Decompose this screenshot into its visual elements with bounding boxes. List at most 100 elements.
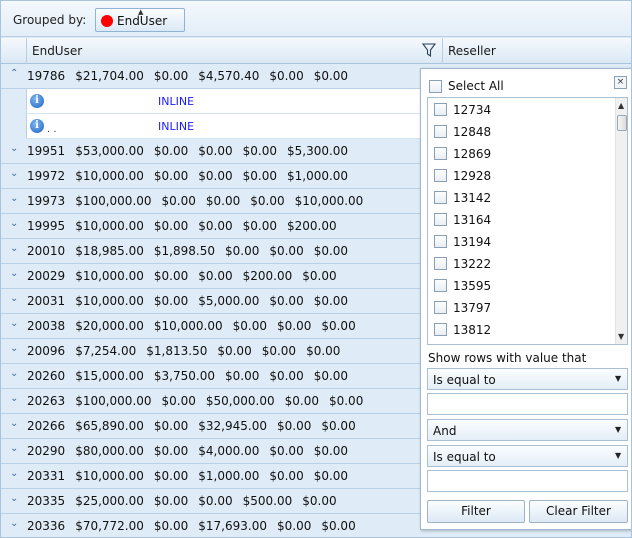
chevron-down-icon[interactable]: ⌄	[10, 218, 18, 229]
group-row-values: 20266 $65,890.00 $0.00 $32,945.00 $0.00 $0.00	[27, 419, 366, 433]
info-icon[interactable]: i	[30, 119, 44, 133]
inline-label: INLINE	[158, 95, 195, 108]
info-icon[interactable]: i	[30, 94, 44, 108]
filter-value-checkbox[interactable]	[434, 125, 447, 138]
filter-value-checkbox[interactable]	[434, 213, 447, 226]
column-separator[interactable]	[442, 38, 443, 64]
chevron-down-icon[interactable]: ⌄	[10, 393, 18, 404]
filter-value-checkbox[interactable]	[434, 279, 447, 292]
group-row-values: 20290 $80,000.00 $0.00 $4,000.00 $0.00 $0.00	[27, 444, 358, 458]
filter-value-item[interactable]: 12928	[428, 165, 613, 187]
group-row-id: 20029	[27, 269, 66, 283]
filter-value-item[interactable]: 12869	[428, 143, 613, 165]
group-row-id: 20263	[27, 394, 66, 408]
column-header-enduser[interactable]: EndUser	[32, 44, 82, 58]
group-row-cell: $0.00	[161, 394, 196, 408]
group-row-cell: $0.00	[321, 419, 356, 433]
filter-value-checkbox[interactable]	[434, 147, 447, 160]
group-row-cell: $0.00	[224, 369, 260, 383]
filter-value-checkbox[interactable]	[434, 257, 447, 270]
chevron-down-icon[interactable]: ⌄	[10, 143, 18, 154]
chevron-down-icon[interactable]: ⌄	[10, 443, 18, 454]
filter-value-item[interactable]: 13222	[428, 253, 613, 275]
group-row-values: 19786 $21,704.00 $0.00 $4,570.40 $0.00 $0.00	[27, 69, 358, 83]
filter-value-checkbox[interactable]	[434, 169, 447, 182]
group-row-cell: $0.00	[269, 469, 304, 483]
chevron-down-icon[interactable]: ⌄	[10, 418, 18, 429]
chevron-down-icon[interactable]: ⌄	[10, 268, 18, 279]
select-all-label: Select All	[448, 79, 504, 93]
filter-value-label: 12869	[453, 147, 492, 161]
chevron-down-icon[interactable]: ⌄	[10, 368, 18, 379]
group-row-cell: $0.00	[313, 369, 349, 383]
filter-value-input-1[interactable]	[427, 393, 628, 415]
group-row-cell: $10,000.00	[153, 319, 223, 333]
filter-value-checkbox[interactable]	[434, 235, 447, 248]
filter-value-checkbox[interactable]	[434, 323, 447, 336]
data-grid: Grouped by: EndUser ▲ EndUser Reseller ⌃…	[0, 0, 632, 538]
group-row-cell: $5,300.00	[286, 144, 349, 158]
group-row-id: 20266	[27, 419, 66, 433]
group-chip-enduser[interactable]: EndUser ▲	[95, 8, 185, 32]
filter-value-item[interactable]: 13797	[428, 297, 613, 319]
filter-icon[interactable]	[422, 42, 436, 58]
group-row-cell: $100,000.00	[75, 394, 152, 408]
group-row-cell: $3,750.00	[153, 369, 215, 383]
filter-value-checkbox[interactable]	[434, 191, 447, 204]
chevron-down-icon[interactable]: ⌄	[10, 318, 18, 329]
group-row-id: 19995	[27, 219, 66, 233]
group-row-cell: $0.00	[269, 444, 304, 458]
group-row-cell: $10,000.00	[294, 194, 364, 208]
group-row-cell: $0.00	[232, 319, 267, 333]
chevron-down-icon[interactable]: ⌄	[10, 293, 18, 304]
column-header-row: EndUser Reseller	[1, 38, 631, 64]
group-row-cell: $0.00	[269, 369, 304, 383]
group-row-id: 20031	[27, 294, 66, 308]
clear-filter-button[interactable]: Clear Filter	[529, 500, 628, 523]
filter-value-item[interactable]: 13812	[428, 319, 613, 341]
scroll-up-icon[interactable]: ▲	[618, 101, 624, 110]
group-row-cell: $0.00	[284, 394, 319, 408]
group-row-id: 20096	[27, 344, 66, 358]
chevron-up-icon[interactable]: ⌃	[10, 68, 18, 79]
scroll-down-icon[interactable]: ▼	[618, 332, 624, 341]
filter-value-item[interactable]: 13595	[428, 275, 613, 297]
operator-select-1[interactable]: Is equal to ▼	[427, 368, 628, 390]
group-row-cell: $0.00	[306, 344, 341, 358]
chevron-down-icon[interactable]: ⌄	[10, 243, 18, 254]
filter-value-item[interactable]: 13164	[428, 209, 613, 231]
chevron-down-icon[interactable]: ⌄	[10, 193, 18, 204]
chevron-down-icon[interactable]: ⌄	[10, 168, 18, 179]
chevron-down-icon[interactable]: ⌄	[10, 493, 18, 504]
filter-value-item[interactable]: 12848	[428, 121, 613, 143]
group-row-cell: $7,254.00	[75, 344, 137, 358]
operator-select-2[interactable]: Is equal to ▼	[427, 445, 628, 467]
filter-value-item[interactable]: 13142	[428, 187, 613, 209]
group-row-cell: $0.00	[153, 494, 189, 508]
scrollbar-thumb[interactable]	[617, 115, 627, 131]
group-row-id: 20260	[27, 369, 66, 383]
group-row-values: 20336 $70,772.00 $0.00 $17,693.00 $0.00 $0.00	[27, 519, 366, 533]
group-row-cell: $0.00	[198, 169, 233, 183]
filter-value-checkbox[interactable]	[434, 103, 447, 116]
dropdown-arrow-icon: ▼	[615, 374, 622, 383]
list-scrollbar[interactable]: ▲ ▼	[615, 98, 627, 344]
group-row-cell: $1,000.00	[198, 469, 260, 483]
close-icon[interactable]: ×	[614, 76, 627, 89]
filter-value-item[interactable]: 12734	[428, 99, 613, 121]
filter-button[interactable]: Filter	[427, 500, 525, 523]
group-chip-label: EndUser	[117, 14, 168, 28]
chevron-down-icon[interactable]: ⌄	[10, 468, 18, 479]
select-all-checkbox[interactable]	[429, 80, 442, 93]
chevron-down-icon[interactable]: ⌄	[10, 343, 18, 354]
filter-value-checkbox[interactable]	[434, 301, 447, 314]
chevron-down-icon[interactable]: ⌄	[10, 518, 18, 529]
group-row-id: 19972	[27, 169, 66, 183]
group-row-cell: $0.00	[313, 444, 349, 458]
logic-operator-select[interactable]: And ▼	[427, 419, 628, 441]
column-header-reseller[interactable]: Reseller	[448, 44, 496, 58]
filter-value-item[interactable]: 13194	[428, 231, 613, 253]
group-row-id: 19973	[27, 194, 66, 208]
detail-ellipsis: . .	[47, 124, 57, 135]
filter-value-input-2[interactable]	[427, 470, 628, 492]
